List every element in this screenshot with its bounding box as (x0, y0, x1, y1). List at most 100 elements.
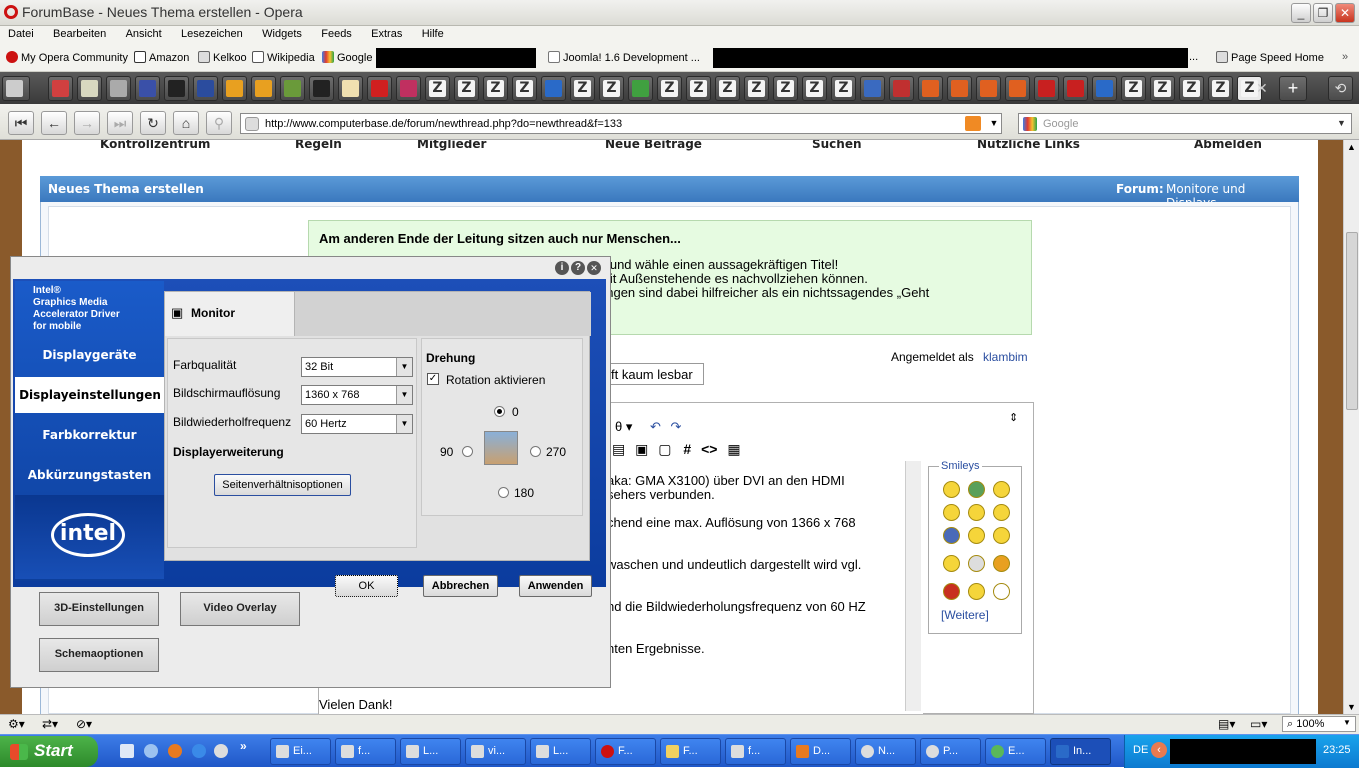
search-input[interactable]: Google ▼ (1018, 113, 1352, 134)
smiley-icon[interactable] (993, 583, 1010, 600)
tab[interactable] (48, 76, 73, 101)
tab-close-icon[interactable]: ✕ (1256, 80, 1268, 97)
menu-widgets[interactable]: Widgets (254, 26, 310, 40)
taskbar-item[interactable]: vi... (465, 738, 526, 765)
scroll-up-icon[interactable]: ▲ (1347, 142, 1356, 152)
wand-button[interactable]: ⚲ (206, 111, 232, 135)
font-size-dropdown[interactable]: θ ▾ (615, 419, 632, 434)
rotation-0-radio[interactable] (494, 406, 505, 417)
menu-extras[interactable]: Extras (363, 26, 410, 40)
taskbar-item[interactable]: N... (855, 738, 916, 765)
sidebar-item-displayeinstellungen[interactable]: Displayeinstellungen (15, 377, 165, 413)
tab[interactable] (164, 76, 189, 101)
anwenden-button[interactable]: Anwenden (519, 575, 592, 597)
bookmark-kelkoo[interactable]: Kelkoo (198, 51, 247, 64)
sidebar-item-displaygeraete[interactable]: Displaygeräte (15, 337, 164, 373)
nav-abmelden[interactable]: Abmelden (1194, 140, 1262, 151)
frequenz-select[interactable]: 60 Hertz ▼ (301, 414, 413, 434)
page-layout-icon[interactable]: ▤▾ (1218, 717, 1235, 731)
help-icon[interactable]: ? (571, 261, 585, 275)
smiley-icon[interactable] (968, 527, 985, 544)
tab[interactable]: Z (831, 76, 856, 101)
smiley-icon[interactable] (943, 527, 960, 544)
quicklaunch-icon[interactable] (144, 744, 158, 758)
tab[interactable] (135, 76, 160, 101)
address-dropdown-icon[interactable]: ▼ (987, 114, 1001, 133)
logged-in-user[interactable]: klambim (983, 350, 1028, 364)
menu-ansicht[interactable]: Ansicht (118, 26, 170, 40)
tab[interactable] (106, 76, 131, 101)
tab[interactable] (860, 76, 885, 101)
taskbar-item[interactable]: L... (530, 738, 591, 765)
tab[interactable] (628, 76, 653, 101)
quicklaunch-overflow-icon[interactable]: » (240, 739, 247, 753)
seitenverhaeltnis-button[interactable]: Seitenverhältnisoptionen (214, 474, 351, 496)
tab[interactable] (889, 76, 914, 101)
minimize-button[interactable]: _ (1291, 3, 1311, 23)
abbrechen-button[interactable]: Abbrechen (423, 575, 498, 597)
schemaoptionen-button[interactable]: Schemaoptionen (39, 638, 159, 672)
tab[interactable]: Z (657, 76, 682, 101)
tab[interactable] (1063, 76, 1088, 101)
tab[interactable]: Z (454, 76, 479, 101)
fast-forward-button[interactable]: ⏭ (107, 111, 133, 135)
close-button[interactable]: ✕ (1335, 3, 1355, 23)
panel-toggle-button[interactable] (2, 76, 30, 101)
taskbar-item[interactable]: P... (920, 738, 981, 765)
tab[interactable] (1034, 76, 1059, 101)
menu-bearbeiten[interactable]: Bearbeiten (45, 26, 114, 40)
quicklaunch-icon[interactable] (120, 744, 134, 758)
rotation-90-radio[interactable] (462, 446, 473, 457)
view-icon[interactable]: ▭▾ (1250, 717, 1267, 731)
block-icon[interactable]: ⊘▾ (76, 717, 92, 731)
smiley-icon[interactable] (993, 504, 1010, 521)
menu-hilfe[interactable]: Hilfe (414, 26, 452, 40)
tab[interactable]: Z (773, 76, 798, 101)
smiley-icon[interactable] (968, 481, 985, 498)
redo-icon[interactable]: ↷ (671, 419, 682, 434)
ok-button[interactable]: OK (335, 575, 398, 597)
maximize-button[interactable]: ❐ (1313, 3, 1333, 23)
bookmark-page-speed[interactable]: Page Speed Home (1216, 51, 1324, 64)
tab[interactable] (1092, 76, 1117, 101)
sidebar-item-abkuerzungstasten[interactable]: Abkürzungstasten (15, 457, 164, 493)
nav-regeln[interactable]: Regeln (295, 140, 342, 151)
bookmark-google[interactable]: Google (322, 51, 372, 64)
taskbar-item[interactable]: L... (400, 738, 461, 765)
tab[interactable]: Z (425, 76, 450, 101)
smileys-more-link[interactable]: [Weitere] (941, 608, 989, 622)
tab[interactable] (338, 76, 363, 101)
bookmark-amazon[interactable]: Amazon (134, 51, 189, 64)
trash-icon[interactable]: ⟲ (1328, 76, 1353, 101)
tab[interactable]: Z (570, 76, 595, 101)
menu-datei[interactable]: Datei (0, 26, 42, 40)
undo-icon[interactable]: ↶ (650, 419, 661, 434)
taskbar-item[interactable]: D... (790, 738, 851, 765)
smiley-icon[interactable] (993, 527, 1010, 544)
nav-suchen[interactable]: Suchen (812, 140, 862, 151)
tab[interactable] (222, 76, 247, 101)
smiley-icon[interactable] (943, 504, 960, 521)
tab[interactable] (367, 76, 392, 101)
tray-expand-icon[interactable]: ‹ (1151, 742, 1167, 758)
image-icon[interactable]: ▣ (635, 441, 648, 457)
reload-button[interactable]: ↻ (140, 111, 166, 135)
taskbar-item[interactable]: f... (335, 738, 396, 765)
thread-title-input[interactable]: ft kaum lesbar (608, 363, 704, 385)
tab[interactable] (193, 76, 218, 101)
quicklaunch-icon[interactable] (214, 744, 228, 758)
3d-einstellungen-button[interactable]: 3D-Einstellungen (39, 592, 159, 626)
forward-button[interactable]: → (74, 111, 100, 135)
taskbar-item[interactable]: Ei... (270, 738, 331, 765)
quote-icon[interactable]: ▢ (658, 441, 671, 457)
dialog-close-icon[interactable]: ✕ (587, 261, 601, 275)
smiley-icon[interactable] (968, 555, 985, 572)
page-scrollbar[interactable]: ▲ ▼ (1343, 140, 1359, 714)
smiley-icon[interactable] (968, 583, 985, 600)
sidebar-item-farbkorrektur[interactable]: Farbkorrektur (15, 417, 164, 453)
taskbar-item[interactable]: E... (985, 738, 1046, 765)
rotation-180-radio[interactable] (498, 487, 509, 498)
back-button[interactable]: ← (41, 111, 67, 135)
menu-lesezeichen[interactable]: Lesezeichen (173, 26, 251, 40)
tab[interactable]: Z (1121, 76, 1146, 101)
